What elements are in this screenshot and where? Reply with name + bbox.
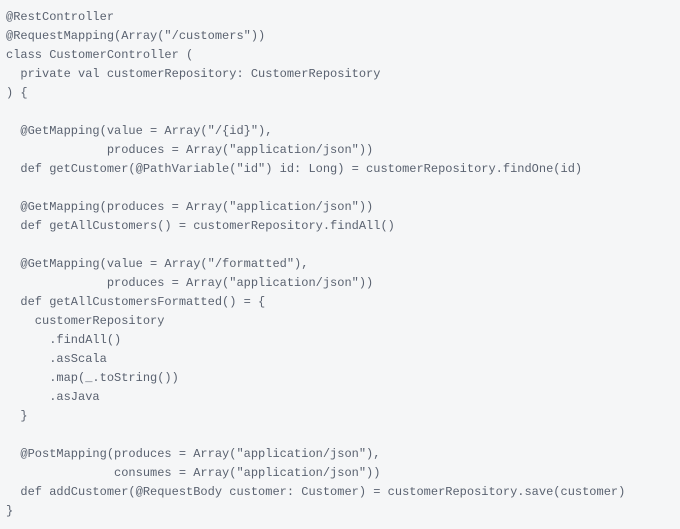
code-line: .asScala bbox=[6, 350, 674, 369]
code-line: def getAllCustomers() = customerReposito… bbox=[6, 217, 674, 236]
code-line: } bbox=[6, 407, 674, 426]
code-line: def getCustomer(@PathVariable("id") id: … bbox=[6, 160, 674, 179]
code-line: @RestController bbox=[6, 8, 674, 27]
code-line: class CustomerController ( bbox=[6, 46, 674, 65]
code-line: @GetMapping(value = Array("/{id}"), bbox=[6, 122, 674, 141]
code-line bbox=[6, 426, 674, 445]
code-line: .map(_.toString()) bbox=[6, 369, 674, 388]
code-line: @RequestMapping(Array("/customers")) bbox=[6, 27, 674, 46]
code-line: .asJava bbox=[6, 388, 674, 407]
code-line: } bbox=[6, 502, 674, 521]
code-line: @GetMapping(value = Array("/formatted"), bbox=[6, 255, 674, 274]
code-line: ) { bbox=[6, 84, 674, 103]
code-line: private val customerRepository: Customer… bbox=[6, 65, 674, 84]
code-line: @GetMapping(produces = Array("applicatio… bbox=[6, 198, 674, 217]
code-line: customerRepository bbox=[6, 312, 674, 331]
code-block: @RestController@RequestMapping(Array("/c… bbox=[0, 0, 680, 529]
code-line: consumes = Array("application/json")) bbox=[6, 464, 674, 483]
code-line bbox=[6, 236, 674, 255]
code-line bbox=[6, 179, 674, 198]
code-line: produces = Array("application/json")) bbox=[6, 274, 674, 293]
code-line: .findAll() bbox=[6, 331, 674, 350]
code-line bbox=[6, 103, 674, 122]
code-line: produces = Array("application/json")) bbox=[6, 141, 674, 160]
code-line: @PostMapping(produces = Array("applicati… bbox=[6, 445, 674, 464]
code-line: def getAllCustomersFormatted() = { bbox=[6, 293, 674, 312]
code-line: def addCustomer(@RequestBody customer: C… bbox=[6, 483, 674, 502]
